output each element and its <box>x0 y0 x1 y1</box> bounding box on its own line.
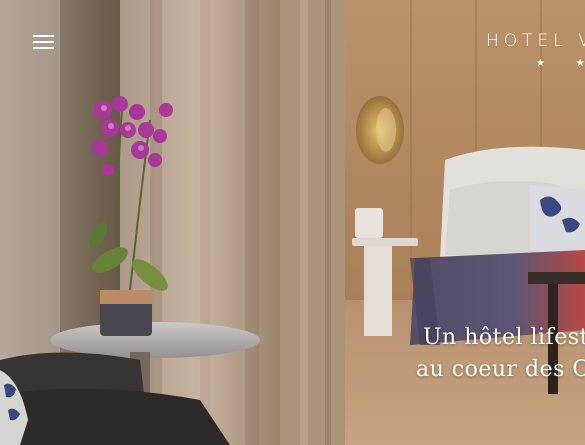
tagline-line-2: au coeur des Cl <box>416 357 585 382</box>
hotel-logo[interactable]: HOTEL V ★ ★ ★ <box>486 30 585 69</box>
hero-tagline: Un hôtel lifesty au coeur des Cl <box>416 322 585 386</box>
brand-name: HOTEL V <box>486 31 585 51</box>
hamburger-menu-icon[interactable] <box>30 30 58 54</box>
brand-stars: ★ ★ ★ <box>536 58 585 69</box>
tagline-line-1: Un hôtel lifesty <box>423 325 585 350</box>
hero-section: HOTEL V ★ ★ ★ Un hôtel lifesty au coeur … <box>0 0 585 445</box>
